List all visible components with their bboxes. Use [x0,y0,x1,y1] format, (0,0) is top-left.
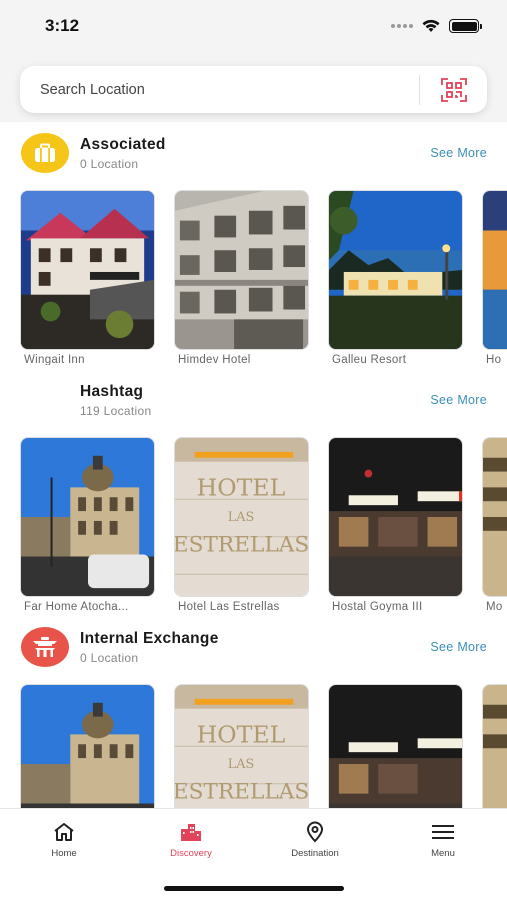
location-card[interactable]: Hostal Goyma III [328,437,463,612]
card-image [482,684,507,808]
qr-scan-icon [440,77,467,102]
discovery-content[interactable]: Associated 0 Location See More Wingait I… [0,122,507,808]
location-card[interactable]: Mo [482,437,507,612]
sign-line-1: HOTEL [197,473,286,501]
qr-scan-button[interactable] [420,66,487,113]
signal-icon [391,24,413,28]
card-title: Far Home Atocha... [24,601,129,612]
section-count: 0 Location [80,157,139,171]
tab-menu[interactable]: Menu [393,819,493,859]
card-title: Himdev Hotel [178,354,251,365]
card-image [20,684,155,808]
card-image [482,437,507,597]
location-card[interactable]: HOTEL LAS ESTRELLAS [174,684,309,808]
card-carousel[interactable]: HOTEL LAS ESTRELLAS [20,684,507,808]
card-image [328,437,463,597]
card-image [20,437,155,597]
wifi-icon [422,19,440,32]
home-indicator [164,886,344,891]
section-count: 119 Location [80,404,152,418]
card-image [328,190,463,350]
section-associated: Associated 0 Location See More Wingait I… [0,122,507,369]
location-card[interactable]: Wingait Inn [20,190,155,365]
sign-line-3: ESTRELLAS [175,533,308,558]
briefcase-icon [21,133,69,173]
see-more-link[interactable]: See More [430,640,487,654]
sign-line-2: LAS [228,510,255,525]
tab-discovery[interactable]: Discovery [141,819,241,859]
section-header: Associated 0 Location See More [0,122,507,188]
section-hashtag: Hashtag 119 Location See More Far Home A… [0,369,507,616]
card-image: HOTEL LAS ESTRELLAS [174,437,309,597]
location-pin-icon [265,819,365,845]
location-card[interactable]: Galleu Resort [328,190,463,365]
sign-line-3: ESTRELLAS [175,780,308,805]
card-image: HOTEL LAS ESTRELLAS [174,684,309,808]
status-icons [391,19,482,33]
status-bar: 3:12 [0,0,507,52]
tab-label: Home [51,848,77,859]
pagoda-icon [21,627,69,667]
section-count: 0 Location [80,651,139,665]
card-title: Hostal Goyma III [332,601,423,612]
tab-destination[interactable]: Destination [265,819,365,859]
see-more-link[interactable]: See More [430,393,487,407]
tab-home[interactable]: Home [14,819,114,859]
location-card[interactable] [328,684,463,808]
card-image [482,190,507,350]
location-card[interactable] [20,684,155,808]
card-title: Wingait Inn [24,354,85,365]
section-header: Hashtag 119 Location See More [0,369,507,435]
section-title: Hashtag [80,383,144,400]
home-icon [14,819,114,845]
section-header: Internal Exchange 0 Location See More [0,616,507,682]
search-bar[interactable]: Search Location [20,66,487,113]
card-image [20,190,155,350]
card-title: Galleu Resort [332,354,407,365]
sign-line-2: LAS [228,757,255,772]
card-carousel[interactable]: Far Home Atocha... HOTEL LAS ESTRELLAS H… [20,437,507,612]
status-time: 3:12 [45,16,80,35]
city-icon [141,819,241,845]
card-carousel[interactable]: Wingait Inn Himdev Hotel Galleu Resort H… [20,190,507,365]
location-card[interactable] [482,684,507,808]
card-title: Hotel Las Estrellas [178,601,280,612]
section-title: Internal Exchange [80,630,219,647]
location-card[interactable]: Himdev Hotel [174,190,309,365]
card-title: Mo [486,601,503,612]
sign-line-1: HOTEL [197,720,286,748]
section-internal-exchange: Internal Exchange 0 Location See More HO… [0,616,507,808]
search-input[interactable]: Search Location [20,82,419,98]
see-more-link[interactable]: See More [430,146,487,160]
card-title: Ho [486,354,502,365]
section-title: Associated [80,136,166,153]
card-image [174,190,309,350]
card-image [328,684,463,808]
tab-label: Discovery [170,848,212,859]
battery-icon [449,19,482,33]
hamburger-icon [393,819,493,845]
location-card[interactable]: Far Home Atocha... [20,437,155,612]
tab-label: Menu [431,848,455,859]
tab-label: Destination [291,848,339,859]
location-card[interactable]: Ho [482,190,507,365]
location-card[interactable]: HOTEL LAS ESTRELLAS Hotel Las Estrellas [174,437,309,612]
